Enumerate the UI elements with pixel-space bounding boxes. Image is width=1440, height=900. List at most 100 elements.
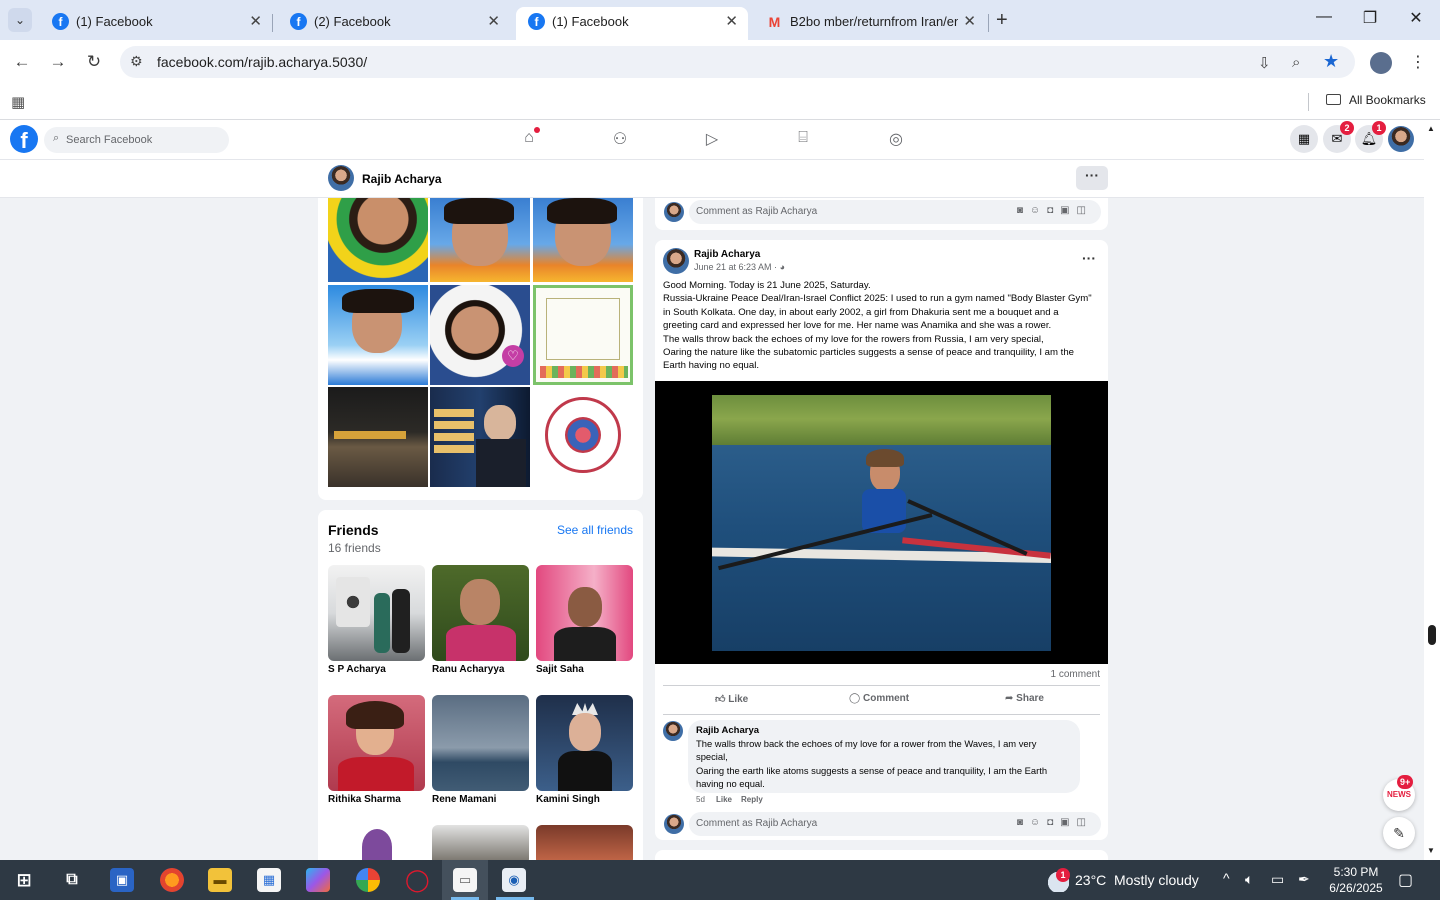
friend-name[interactable]: Rene Mamani	[432, 794, 496, 805]
forward-button[interactable]: →	[46, 52, 70, 72]
search-input[interactable]	[66, 131, 221, 149]
chrome-icon[interactable]	[356, 868, 380, 892]
comment-count[interactable]: 1 comment	[1051, 669, 1100, 680]
browser-profile-avatar[interactable]	[1370, 52, 1392, 74]
comment-tools-icons[interactable]: ◙☺◘▣◫	[1017, 817, 1093, 828]
browser-tab-3-active[interactable]: f (1) Facebook ✕	[516, 7, 748, 40]
new-tab-button[interactable]: +	[996, 9, 1008, 32]
task-view-icon[interactable]: ⧉	[60, 868, 84, 892]
friend-photo[interactable]	[328, 565, 425, 661]
comment-input[interactable]: Comment as Rajib Acharya ◙☺◘▣◫	[689, 200, 1101, 224]
post-author[interactable]: Rajib Acharya	[694, 249, 760, 260]
friend-photo[interactable]	[536, 565, 633, 661]
install-app-icon[interactable]: ⇩	[1258, 54, 1271, 72]
profile-more-button[interactable]: ···	[1076, 166, 1108, 190]
comment-tools-icons[interactable]: ◙☺◘▣◫	[1017, 205, 1093, 216]
close-icon[interactable]: ✕	[249, 12, 262, 30]
friend-photo[interactable]	[432, 565, 529, 661]
friend-name[interactable]: Sajit Saha	[536, 664, 584, 675]
scroll-down-arrow[interactable]: ▼	[1427, 846, 1435, 855]
page-scrollbar[interactable]: ▲ ▼	[1424, 120, 1440, 860]
profile-avatar[interactable]	[328, 165, 354, 191]
video-icon[interactable]: ▷	[700, 129, 724, 151]
post-author-avatar[interactable]	[663, 248, 689, 274]
browser-tab-1[interactable]: f (1) Facebook ✕	[40, 7, 272, 40]
share-button[interactable]: ➦ Share	[1005, 693, 1044, 704]
url-text[interactable]: facebook.com/rajib.acharya.5030/	[157, 54, 367, 70]
volume-icon[interactable]: 🔈︎	[1245, 871, 1253, 888]
window-close-button[interactable]: ✕	[1404, 8, 1428, 28]
scroll-up-arrow[interactable]: ▲	[1427, 124, 1435, 133]
comment-button[interactable]: ◯ Comment	[849, 693, 909, 704]
friend-photo[interactable]	[432, 825, 529, 865]
friend-photo[interactable]	[536, 825, 633, 865]
back-button[interactable]: ←	[10, 52, 34, 72]
browser-tab-2[interactable]: f (2) Facebook ✕	[278, 7, 510, 40]
friend-photo[interactable]	[536, 695, 633, 791]
photo-thumbnail[interactable]	[533, 387, 633, 487]
notification-center-icon[interactable]: ▢	[1398, 870, 1413, 890]
file-explorer-icon[interactable]: ▬	[208, 868, 232, 892]
friends-icon[interactable]: ⚇	[608, 129, 632, 151]
weather-condition[interactable]: Mostly cloudy	[1114, 872, 1199, 888]
photo-thumbnail[interactable]	[430, 198, 530, 282]
friend-name[interactable]: S P Acharya	[328, 664, 386, 675]
facebook-search[interactable]: ⌕	[44, 127, 229, 153]
scrollbar-thumb[interactable]	[1428, 625, 1436, 645]
browser-menu-icon[interactable]: ⋮	[1410, 52, 1426, 72]
marketplace-icon[interactable]: ⌸	[791, 129, 815, 151]
account-avatar[interactable]	[1388, 126, 1414, 152]
new-message-button[interactable]: ✎	[1383, 817, 1415, 849]
minimize-button[interactable]: —	[1312, 8, 1336, 26]
address-bar[interactable]: ⚙ facebook.com/rajib.acharya.5030/ ⇩ ⌕ ★	[120, 46, 1355, 78]
photo-thumbnail[interactable]	[328, 285, 428, 385]
reload-button[interactable]: ↻	[82, 52, 106, 72]
browser-app-icon[interactable]: ◉	[502, 868, 526, 892]
friend-photo[interactable]	[432, 695, 529, 791]
comment-input[interactable]: Comment as Rajib Acharya ◙☺◘▣◫	[689, 812, 1101, 836]
all-bookmarks-button[interactable]: All Bookmarks	[1326, 93, 1426, 107]
rower-photo[interactable]	[712, 395, 1051, 651]
friend-name[interactable]: Ranu Acharyya	[432, 664, 504, 675]
show-hidden-icons[interactable]: ^	[1223, 870, 1230, 886]
comment-author[interactable]: Rajib Acharya	[696, 725, 759, 736]
facebook-logo[interactable]: f	[10, 125, 38, 153]
close-icon[interactable]: ✕	[487, 12, 500, 30]
friend-photo[interactable]	[328, 695, 425, 791]
comment-age[interactable]: 5d	[696, 795, 705, 804]
friend-photo[interactable]	[328, 825, 425, 865]
photo-thumbnail[interactable]	[328, 198, 428, 282]
reply-author-avatar[interactable]	[663, 721, 683, 741]
like-button[interactable]: 👍︎ Like	[715, 693, 748, 705]
windows-start-icon[interactable]: ⊞	[12, 868, 36, 892]
close-icon[interactable]: ✕	[725, 12, 738, 30]
post-date[interactable]: June 21 at 6:23 AM · ◕	[694, 262, 785, 272]
commenter-avatar[interactable]	[664, 814, 684, 834]
site-info-icon[interactable]: ⚙	[130, 53, 143, 70]
tab-search-button[interactable]: ⌄	[8, 8, 32, 32]
photo-thumbnail[interactable]	[430, 387, 530, 487]
groups-icon[interactable]: ◎	[884, 129, 908, 151]
post-options-button[interactable]: ···	[1082, 250, 1096, 266]
system-clock[interactable]: 5:30 PM 6/26/2025	[1324, 864, 1388, 896]
post-media[interactable]	[655, 381, 1108, 664]
bookmark-star-icon[interactable]: ★	[1323, 51, 1339, 72]
profile-name[interactable]: Rajib Acharya	[362, 172, 442, 186]
browser-tab-4[interactable]: M B2bo mber/returnfrom Iran/enc ✕	[754, 7, 986, 40]
firefox-icon[interactable]	[160, 868, 184, 892]
copilot-icon[interactable]	[306, 868, 330, 892]
zoom-icon[interactable]: ⌕	[1292, 54, 1300, 71]
photo-thumbnail[interactable]	[328, 387, 428, 487]
close-icon[interactable]: ✕	[963, 12, 976, 30]
pen-icon[interactable]: ✒	[1298, 871, 1310, 888]
photo-thumbnail[interactable]	[533, 285, 633, 385]
photo-thumbnail[interactable]	[533, 198, 633, 282]
network-icon[interactable]: ▭	[1271, 871, 1284, 888]
menu-grid-button[interactable]: ▦	[1290, 125, 1318, 153]
friend-name[interactable]: Rithika Sharma	[328, 794, 401, 805]
apps-grid-icon[interactable]: ▦	[11, 93, 25, 111]
see-all-friends-link[interactable]: See all friends	[557, 523, 633, 537]
friends-heading[interactable]: Friends	[328, 522, 379, 538]
comment-reply-button[interactable]: Reply	[741, 795, 763, 804]
document-app-icon[interactable]: ▭	[453, 868, 477, 892]
